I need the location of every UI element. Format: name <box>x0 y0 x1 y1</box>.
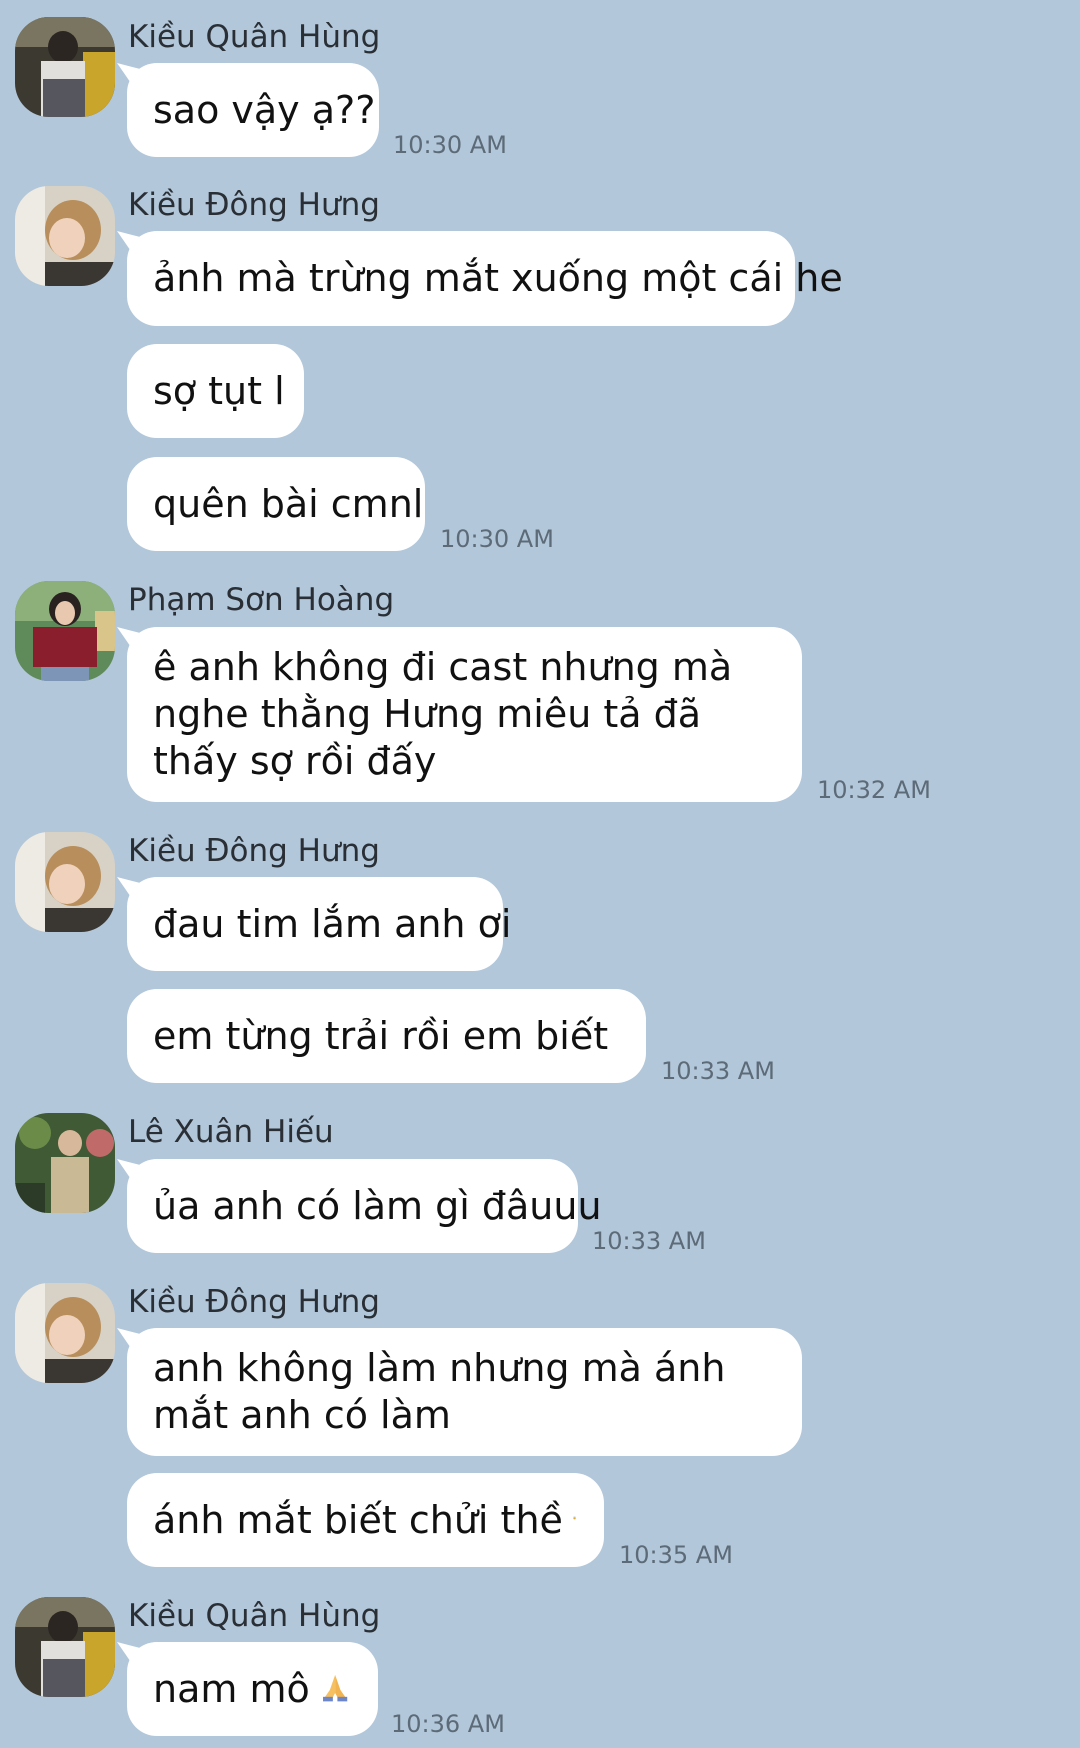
sender-avatar[interactable] <box>15 17 115 117</box>
message-text: ảnh mà trừng mắt xuống một cái he <box>153 256 843 300</box>
message-text: em từng trải rồi em biết <box>153 1013 609 1058</box>
sender-name: Kiều Quân Hùng <box>128 1598 381 1634</box>
sender-name: Kiều Đông Hưng <box>128 1284 380 1320</box>
message-text: sao vậy ạ?? <box>153 87 376 132</box>
sender-name: Lê Xuân Hiếu <box>128 1114 334 1150</box>
message-time: 10:30 AM <box>393 131 507 159</box>
sender-name: Kiều Quân Hùng <box>128 19 381 55</box>
sender-name: Kiều Đông Hưng <box>128 187 380 223</box>
message-text: đau tim lắm anh ơi <box>153 901 512 946</box>
message-bubble[interactable]: quên bài cmnl <box>127 457 425 551</box>
sender-avatar[interactable] <box>15 1113 115 1213</box>
smiling-halo-emoji <box>573 1495 576 1541</box>
message-bubble[interactable]: em từng trải rồi em biết <box>127 989 646 1083</box>
sender-name: Kiều Đông Hưng <box>128 833 380 869</box>
message-bubble[interactable]: ủa anh có làm gì đâuuu <box>127 1159 602 1253</box>
message-bubble[interactable]: nam mô <box>127 1642 378 1736</box>
message-text: ê anh không đi cast nhưng mà nghe thằng … <box>153 645 733 783</box>
message-text: quên bài cmnl <box>153 481 424 526</box>
folded-hands-emoji <box>320 1664 350 1710</box>
message-bubble[interactable]: sợ tụt l <box>127 344 304 438</box>
message-bubble[interactable]: sao vậy ạ?? <box>127 63 379 157</box>
message-time: 10:32 AM <box>817 776 931 804</box>
message-text: ủa anh có làm gì đâuuu <box>153 1183 602 1228</box>
message-time: 10:33 AM <box>661 1057 775 1085</box>
sender-name: Phạm Sơn Hoàng <box>128 582 395 618</box>
sender-avatar[interactable] <box>15 832 115 932</box>
message-text: sợ tụt l <box>153 368 285 413</box>
chat-message-list[interactable]: Kiều Quân Hùng sao vậy ạ?? 10:30 AM Kiều… <box>0 0 1080 1748</box>
message-bubble[interactable]: ảnh mà trừng mắt xuống một cái he <box>127 231 843 326</box>
message-time: 10:33 AM <box>592 1227 706 1255</box>
message-bubble[interactable]: đau tim lắm anh ơi <box>127 877 511 971</box>
sender-avatar[interactable] <box>15 581 115 681</box>
message-text: anh không làm nhưng mà ánh mắt anh có là… <box>153 1346 726 1437</box>
message-text: nam mô <box>153 1666 310 1711</box>
message-time: 10:35 AM <box>619 1541 733 1569</box>
message-bubble[interactable]: anh không làm nhưng mà ánh mắt anh có là… <box>127 1328 802 1456</box>
message-bubble[interactable]: ánh mắt biết chửi thề <box>127 1473 604 1567</box>
message-bubble[interactable]: ê anh không đi cast nhưng mà nghe thằng … <box>127 627 802 802</box>
sender-avatar[interactable] <box>15 1283 115 1383</box>
sender-avatar[interactable] <box>15 186 115 286</box>
message-text: ánh mắt biết chửi thề <box>153 1497 563 1542</box>
message-time: 10:30 AM <box>440 525 554 553</box>
sender-avatar[interactable] <box>15 1597 115 1697</box>
message-time: 10:36 AM <box>391 1710 505 1738</box>
